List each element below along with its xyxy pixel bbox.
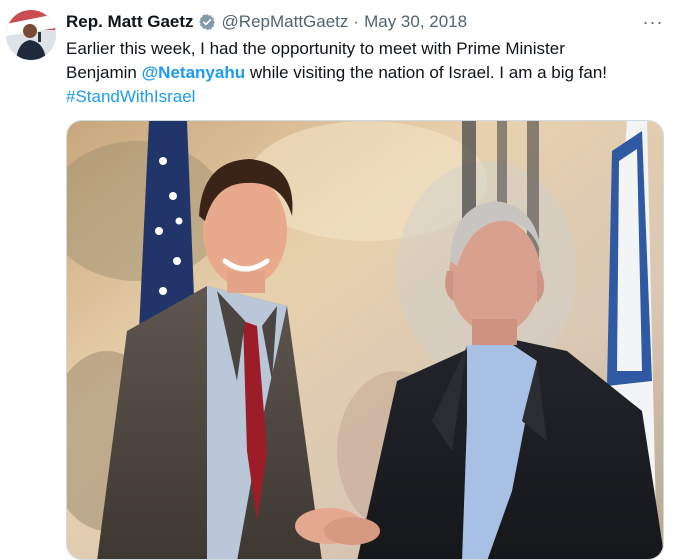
- tweet-date[interactable]: May 30, 2018: [364, 12, 467, 32]
- tweet-text-line-3: #StandWithIsrael: [66, 85, 671, 109]
- text-segment: Benjamin: [66, 63, 142, 82]
- author-handle[interactable]: @RepMattGaetz: [222, 12, 349, 32]
- tweet-header: Rep. Matt Gaetz @RepMattGaetz · May 30, …: [66, 11, 467, 33]
- verified-badge-icon: [198, 13, 216, 31]
- hashtag-link[interactable]: #StandWithIsrael: [66, 87, 195, 106]
- separator-dot: ·: [353, 12, 360, 31]
- tweet[interactable]: Rep. Matt Gaetz @RepMattGaetz · May 30, …: [0, 0, 679, 560]
- tweet-text-line-1: Earlier this week, I had the opportunity…: [66, 39, 565, 58]
- text-segment: while visiting the nation of Israel. I a…: [245, 63, 608, 82]
- tweet-text: Earlier this week, I had the opportunity…: [66, 37, 671, 109]
- tweet-text-line-2: Benjamin @Netanyahu while visiting the n…: [66, 61, 671, 85]
- author-display-name[interactable]: Rep. Matt Gaetz: [66, 12, 194, 32]
- photo-illustration: [67, 121, 663, 559]
- tweet-photo[interactable]: [66, 120, 664, 560]
- mention-link[interactable]: @Netanyahu: [142, 63, 246, 82]
- avatar[interactable]: [6, 10, 56, 60]
- more-options-icon[interactable]: ···: [636, 10, 670, 34]
